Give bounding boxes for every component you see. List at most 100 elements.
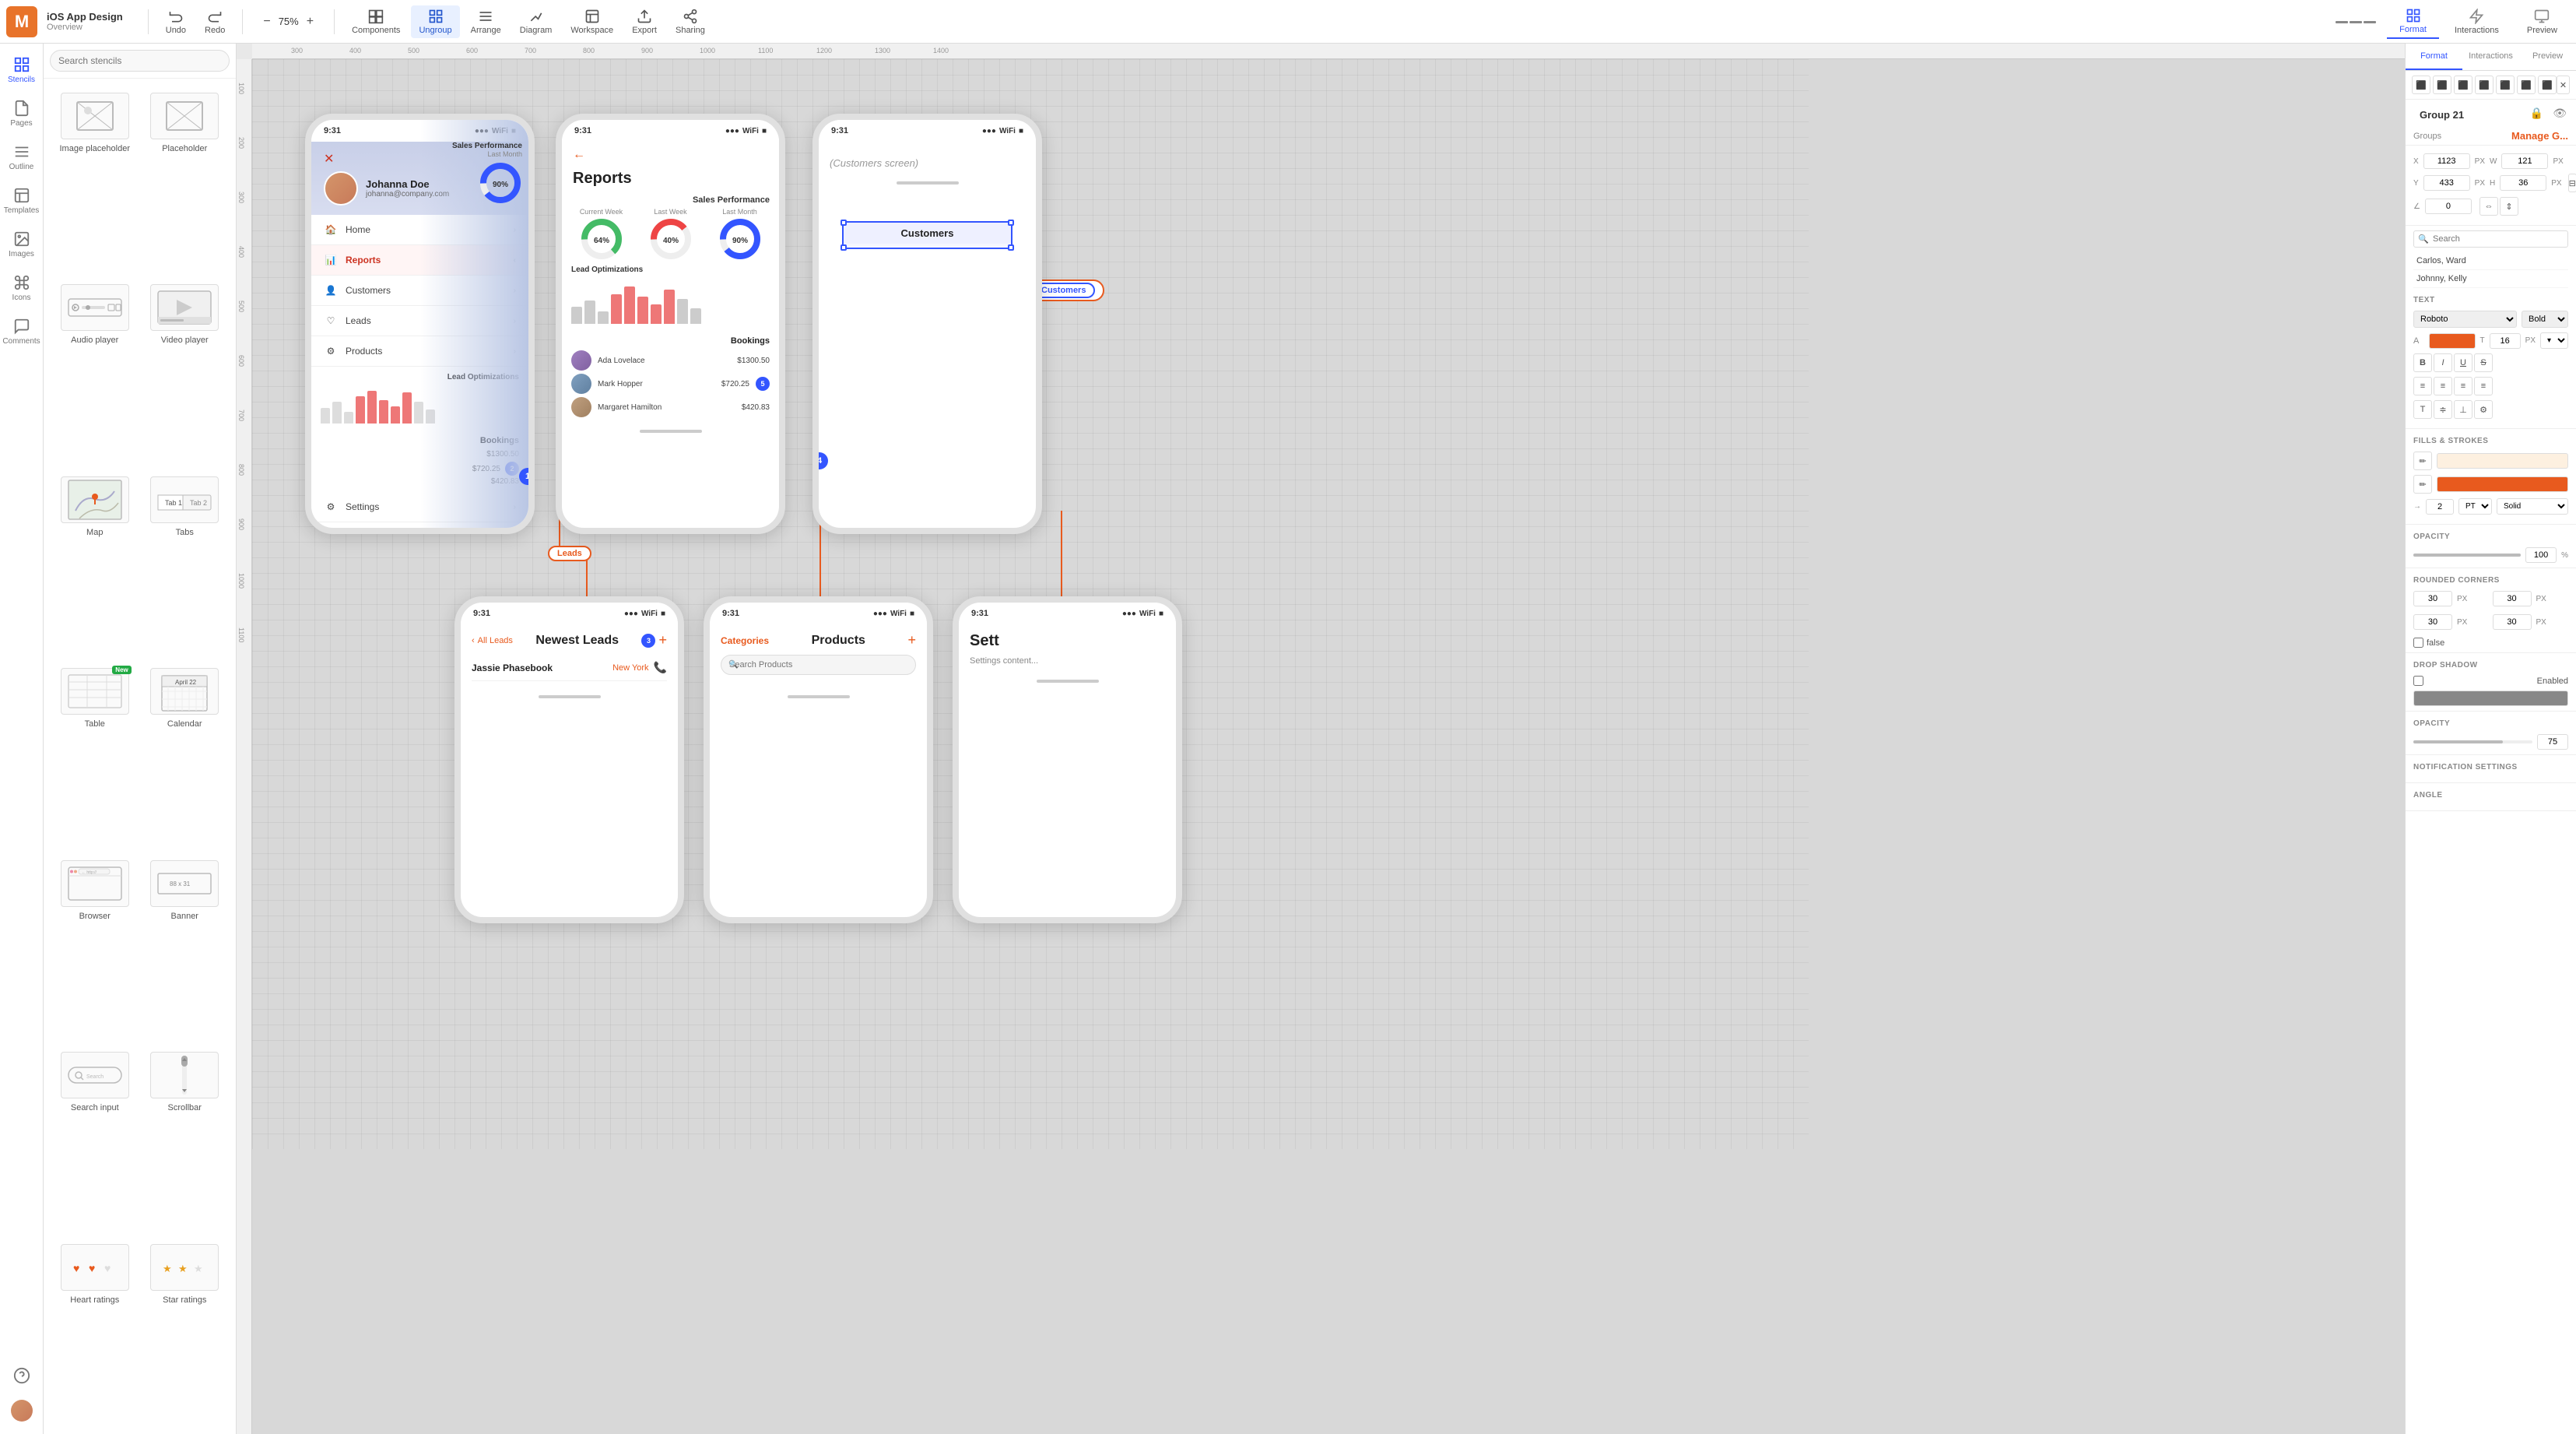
y-input[interactable] <box>2423 175 2470 191</box>
opacity-slider[interactable] <box>2413 554 2521 557</box>
nav-home[interactable]: 🏠 Home › <box>311 215 528 245</box>
format-tab[interactable]: Format <box>2387 5 2439 39</box>
h-input[interactable] <box>2500 175 2546 191</box>
format-icons-button[interactable] <box>2331 16 2381 26</box>
interactions-tab-rp[interactable]: Interactions <box>2462 44 2519 70</box>
align-text-justify-icon[interactable]: ≡ <box>2474 377 2493 395</box>
arrange-button[interactable]: Arrange <box>463 5 509 38</box>
stencils-search-input[interactable] <box>50 50 230 72</box>
align-left-icon[interactable]: ⬛ <box>2412 76 2430 94</box>
export-button[interactable]: Export <box>624 5 665 38</box>
shadow-opacity-slider[interactable] <box>2413 740 2532 743</box>
stroke-type-select[interactable]: Solid Dashed Dotted <box>2497 498 2568 515</box>
w-input[interactable] <box>2501 153 2548 169</box>
workspace-button[interactable]: Workspace <box>563 5 621 38</box>
scale-radius-checkbox[interactable] <box>2413 638 2423 648</box>
sidebar-item-help[interactable] <box>2 1361 42 1390</box>
preview-tab[interactable]: Preview <box>2515 5 2570 38</box>
sidebar-item-stencils[interactable]: Stencils <box>2 50 42 90</box>
stencil-audio-player[interactable]: Audio player <box>53 279 137 465</box>
sharing-button[interactable]: Sharing <box>668 5 713 38</box>
back-to-all-leads[interactable]: ‹All Leads <box>472 636 513 645</box>
close-panel-icon[interactable]: ✕ <box>2557 76 2570 94</box>
underline-icon[interactable]: U <box>2454 353 2472 372</box>
stencil-tabs[interactable]: Tab 1Tab 2 Tabs <box>143 472 227 657</box>
text-color-swatch[interactable] <box>2429 333 2476 349</box>
add-lead-icon[interactable]: + <box>658 632 667 648</box>
opacity-input[interactable] <box>2525 547 2557 563</box>
edit-stroke-icon[interactable]: ✏ <box>2413 475 2432 494</box>
stencil-map[interactable]: Map <box>53 472 137 657</box>
font-units-select[interactable]: ▾ <box>2540 332 2568 349</box>
redo-button[interactable]: Redo <box>197 5 233 38</box>
nav-leads[interactable]: ♡ Leads › <box>311 306 528 336</box>
stroke-color-swatch[interactable] <box>2437 476 2568 492</box>
x-input[interactable] <box>2423 153 2470 169</box>
text-bottom-icon[interactable]: ⊥ <box>2454 400 2472 419</box>
stencil-scrollbar[interactable]: Scrollbar <box>143 1047 227 1232</box>
stencil-placeholder[interactable]: Placeholder <box>143 88 227 273</box>
sidebar-item-outline[interactable]: Outline <box>2 137 42 177</box>
font-family-select[interactable]: Roboto Arial Helvetica <box>2413 311 2517 328</box>
distribute-icon[interactable]: ⬛ <box>2496 76 2515 94</box>
undo-button[interactable]: Undo <box>158 5 194 38</box>
zoom-in-button[interactable]: + <box>302 13 318 30</box>
overflow-icon[interactable]: ⬛ <box>2538 76 2557 94</box>
fill-color-swatch[interactable] <box>2437 453 2568 469</box>
visibility-button[interactable]: 👁 <box>2550 104 2570 123</box>
stencil-browser[interactable]: ← http:// Browser <box>53 856 137 1041</box>
stroke-width-input[interactable] <box>2426 499 2454 515</box>
strikethrough-icon[interactable]: S <box>2474 353 2493 372</box>
more-icon[interactable]: ⬛ <box>2517 76 2536 94</box>
corner-br-input[interactable] <box>2493 614 2532 630</box>
canvas-scroll[interactable]: Reports Leads Customers 9:31 ●●●WiFi■ <box>252 59 2405 1434</box>
corner-bl-input[interactable] <box>2413 614 2452 630</box>
drop-shadow-enabled[interactable] <box>2413 676 2423 686</box>
lock-button[interactable]: 🔒 <box>2527 104 2546 123</box>
bold-icon[interactable]: B <box>2413 353 2432 372</box>
nav-products[interactable]: ⚙ Products › <box>311 336 528 367</box>
align-top-icon[interactable]: ⬛ <box>2475 76 2494 94</box>
constraints-icon[interactable]: ⊟ <box>2568 174 2576 192</box>
stencil-search-input[interactable]: Search Search input <box>53 1047 137 1232</box>
corner-tl-input[interactable] <box>2413 591 2452 606</box>
sidebar-item-images[interactable]: Images <box>2 224 42 265</box>
ungroup-button[interactable]: Ungroup <box>411 5 459 38</box>
angle-input[interactable] <box>2425 199 2472 214</box>
preview-tab-rp[interactable]: Preview <box>2519 44 2576 70</box>
font-size-input[interactable] <box>2490 333 2521 349</box>
stencil-heart-ratings[interactable]: ♥♥♥ Heart ratings <box>53 1239 137 1425</box>
stroke-unit-select[interactable]: PT <box>2458 498 2492 515</box>
zoom-out-button[interactable]: − <box>258 13 275 30</box>
align-right-icon[interactable]: ⬛ <box>2454 76 2472 94</box>
name-carlos-ward[interactable]: Carlos, Ward <box>2413 252 2568 270</box>
sidebar-item-icons[interactable]: Icons <box>2 268 42 308</box>
shadow-opacity-input[interactable] <box>2537 734 2568 750</box>
panel-search-input[interactable] <box>2413 230 2568 248</box>
sidebar-item-pages[interactable]: Pages <box>2 93 42 134</box>
product-search-input[interactable] <box>721 655 916 675</box>
stencil-image-placeholder[interactable]: Image placeholder <box>53 88 137 273</box>
app-logo[interactable]: M <box>6 6 37 37</box>
nav-customers[interactable]: 👤 Customers › <box>311 276 528 306</box>
sidebar-item-user[interactable] <box>2 1394 42 1428</box>
stencil-banner[interactable]: 88 x 31 Banner <box>143 856 227 1041</box>
align-text-center-icon[interactable]: ≡ <box>2434 377 2452 395</box>
flip-h-icon[interactable]: ⇔ <box>2479 197 2498 216</box>
name-johnny-kelly[interactable]: Johnny, Kelly <box>2413 270 2568 288</box>
format-tab-rp[interactable]: Format <box>2406 44 2462 70</box>
sidebar-item-comments[interactable]: Comments <box>2 311 42 352</box>
components-button[interactable]: Components <box>344 5 408 38</box>
text-top-icon[interactable]: T <box>2413 400 2432 419</box>
add-fill-icon[interactable]: ✏ <box>2413 452 2432 470</box>
interactions-tab[interactable]: Interactions <box>2442 5 2511 38</box>
stencil-calendar[interactable]: April 22 Calendar <box>143 663 227 849</box>
align-center-icon[interactable]: ⬛ <box>2433 76 2451 94</box>
close-icon[interactable]: ✕ <box>324 151 334 167</box>
nav-settings[interactable]: ⚙ Settings › <box>311 492 528 522</box>
italic-icon[interactable]: I <box>2434 353 2452 372</box>
shadow-color-swatch[interactable] <box>2413 691 2568 706</box>
diagram-button[interactable]: Diagram <box>512 5 560 38</box>
stencil-star-ratings[interactable]: ★★★ Star ratings <box>143 1239 227 1425</box>
font-weight-select[interactable]: Bold Regular Light <box>2522 311 2568 328</box>
